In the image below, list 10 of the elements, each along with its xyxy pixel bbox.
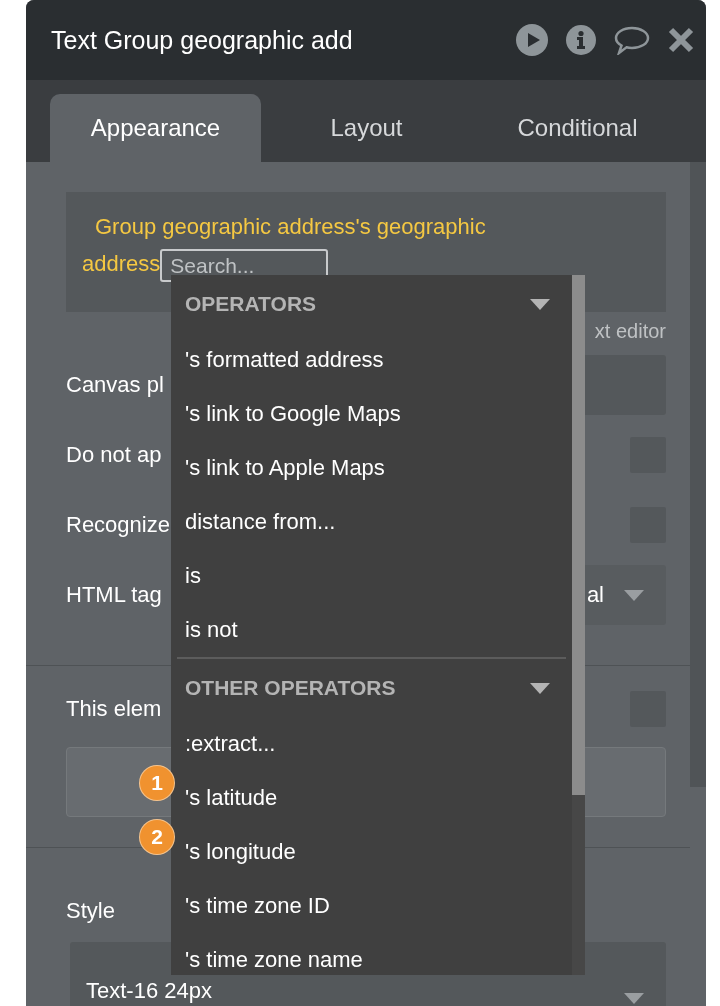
setting-label: HTML tag (66, 582, 162, 608)
step-badge: 2 (140, 820, 174, 854)
style-label: Style (66, 898, 115, 924)
panel-title: Text Group geographic add (51, 25, 354, 55)
setting-label: This elem (66, 696, 162, 722)
setting-label: Canvas pl (66, 372, 164, 398)
step-badge: 1 (140, 766, 174, 800)
setting-label: Do not ap (66, 442, 162, 468)
setting-label: Recognize (66, 512, 170, 538)
section-header: OTHER OPERATORS (185, 676, 396, 700)
